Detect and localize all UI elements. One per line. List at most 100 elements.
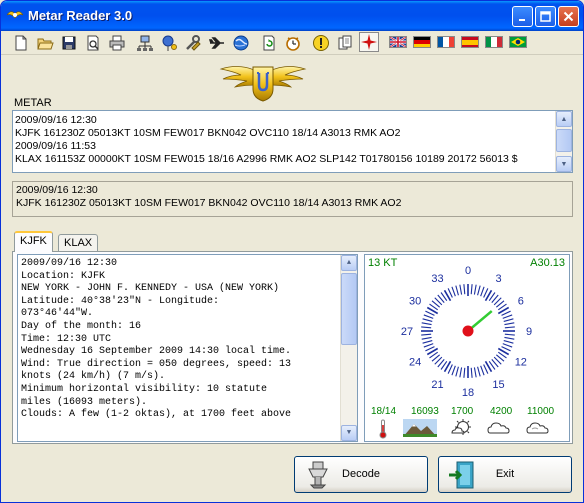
airplane-icon[interactable] <box>207 33 227 53</box>
selected-line: KJFK 161230Z 05013KT 10SM FEW017 BKN042 … <box>16 197 402 209</box>
compass-tick <box>470 284 473 295</box>
compass-center <box>462 325 474 337</box>
broken-clouds-icon <box>487 422 510 434</box>
app-logo <box>219 66 307 102</box>
flag-spain[interactable] <box>461 36 479 48</box>
decode-label: Decode <box>342 468 380 480</box>
compass-tick <box>504 326 515 329</box>
metar-textarea[interactable]: 2009/09/16 12:30 KJFK 161230Z 05013KT 10… <box>12 110 573 173</box>
metar-label: METAR <box>14 97 52 109</box>
minimize-button[interactable] <box>512 6 533 27</box>
globe-icon[interactable] <box>231 33 251 53</box>
cloud-layer-1: 1700 <box>451 406 474 417</box>
mountain-visibility-icon <box>403 419 437 437</box>
compass-tick <box>477 366 481 377</box>
cloud-layer-2: 4200 <box>490 406 513 417</box>
close-button[interactable] <box>558 6 579 27</box>
compass-tick <box>459 284 463 295</box>
scroll-down-icon[interactable]: ▼ <box>556 156 572 172</box>
app-logo-icon <box>7 11 23 19</box>
compass-star-icon[interactable] <box>359 32 379 52</box>
scroll-thumb[interactable] <box>556 129 572 152</box>
compass-tick <box>504 333 515 336</box>
compass-label: 3 <box>495 273 501 285</box>
close-icon <box>563 11 574 22</box>
open-folder-icon[interactable] <box>35 33 55 53</box>
overcast-icon <box>526 422 549 434</box>
decoded-line: miles (16093 meters). <box>21 396 148 408</box>
minimize-icon <box>518 18 525 21</box>
compass-tick <box>423 314 434 319</box>
compass-label: 18 <box>462 387 474 399</box>
decoded-line: 073°46'44"W. <box>21 308 94 320</box>
title-bar[interactable]: Metar Reader 3.0 <box>1 1 583 31</box>
compass-label: 6 <box>518 296 524 308</box>
metar-line: 2009/09/16 11:53 <box>15 140 96 152</box>
compass-tick <box>421 322 432 326</box>
clock-icon[interactable] <box>283 33 303 53</box>
tab-kjfk[interactable]: KJFK <box>14 231 53 252</box>
compass-tick <box>473 284 477 295</box>
app-window: Metar Reader 3.0 METAR 2009/09/16 12:30 … <box>0 0 584 503</box>
flag-uk[interactable] <box>389 36 407 48</box>
compass-tick <box>503 340 514 344</box>
flag-brazil[interactable] <box>509 36 527 48</box>
print-preview-icon[interactable] <box>83 33 103 53</box>
compass-tick <box>451 286 456 297</box>
decoded-line: Clouds: A few (1-2 oktas), at 1700 feet … <box>21 409 292 421</box>
decoded-line: NEW YORK - JOHN F. KENNEDY - USA (NEW YO… <box>21 283 280 295</box>
weather-panel: 13 KT A30.13 0 3 6 9 12 15 18 21 24 27 30 33 18/14 … <box>364 254 570 442</box>
compass-tick <box>423 343 434 348</box>
scroll-thumb[interactable] <box>341 273 357 345</box>
flag-italy[interactable] <box>485 36 503 48</box>
compass-tick <box>504 336 515 340</box>
maximize-button[interactable] <box>535 6 556 27</box>
tools-icon[interactable] <box>183 33 203 53</box>
maximize-icon <box>540 11 551 22</box>
metar-scrollbar[interactable]: ▲ ▼ <box>555 111 572 172</box>
metar-line: 2009/09/16 12:30 <box>15 114 97 126</box>
network-icon[interactable] <box>135 33 155 53</box>
wind-compass: 0 3 6 9 12 15 18 21 24 27 30 33 <box>401 265 532 399</box>
copy-icon[interactable] <box>335 33 355 53</box>
exit-button[interactable]: Exit <box>438 456 572 493</box>
compass-label: 30 <box>409 296 421 308</box>
compass-tick <box>455 285 459 296</box>
decoded-line: Wednesday 16 September 2009 14:30 local … <box>21 346 292 358</box>
warning-icon[interactable] <box>311 33 331 53</box>
new-file-icon[interactable] <box>11 33 31 53</box>
decoded-line: Time: 12:30 UTC <box>21 333 112 345</box>
compass-tick <box>421 333 432 336</box>
decoded-scrollbar[interactable]: ▲ ▼ <box>340 255 357 441</box>
decoded-report-textarea[interactable]: 2009/09/16 12:30 Location: KJFK NEW YORK… <box>17 254 358 442</box>
compass-tick <box>422 318 433 322</box>
decoded-line: Latitude: 40°38'23"N - Longitude: <box>21 295 220 307</box>
scroll-up-icon[interactable]: ▲ <box>341 255 357 271</box>
exit-label: Exit <box>495 468 515 480</box>
compass-label: 12 <box>515 357 527 369</box>
compass-tick <box>502 343 513 348</box>
visibility-meters: 16093 <box>411 406 439 417</box>
compass-label: 21 <box>431 379 443 391</box>
refresh-document-icon[interactable] <box>259 33 279 53</box>
compass-tick <box>504 322 515 326</box>
decode-button[interactable]: Decode <box>294 456 428 493</box>
compass-tick <box>502 314 513 319</box>
print-icon[interactable] <box>107 33 127 53</box>
decoded-line: 2009/09/16 12:30 <box>21 258 118 269</box>
compass-label: 24 <box>409 357 421 369</box>
few-clouds-icon <box>451 419 471 435</box>
selected-metar-panel: 2009/09/16 12:30 KJFK 161230Z 05013KT 10… <box>12 181 573 217</box>
scroll-down-icon[interactable]: ▼ <box>341 425 357 441</box>
compass-tick <box>480 286 485 297</box>
map-pin-icon[interactable] <box>159 33 179 53</box>
tab-klax[interactable]: KLAX <box>58 234 99 252</box>
flag-france[interactable] <box>437 36 455 48</box>
compass-label: 9 <box>526 326 532 338</box>
decoded-line: Wind: True direction = 050 degrees, spee… <box>21 358 292 370</box>
flag-germany[interactable] <box>413 36 431 48</box>
save-icon[interactable] <box>59 33 79 53</box>
scroll-up-icon[interactable]: ▲ <box>556 111 572 127</box>
temperature-dewpoint: 18/14 <box>371 406 397 417</box>
metar-line: KLAX 161153Z 00000KT 10SM FEW015 18/16 A… <box>15 153 518 165</box>
